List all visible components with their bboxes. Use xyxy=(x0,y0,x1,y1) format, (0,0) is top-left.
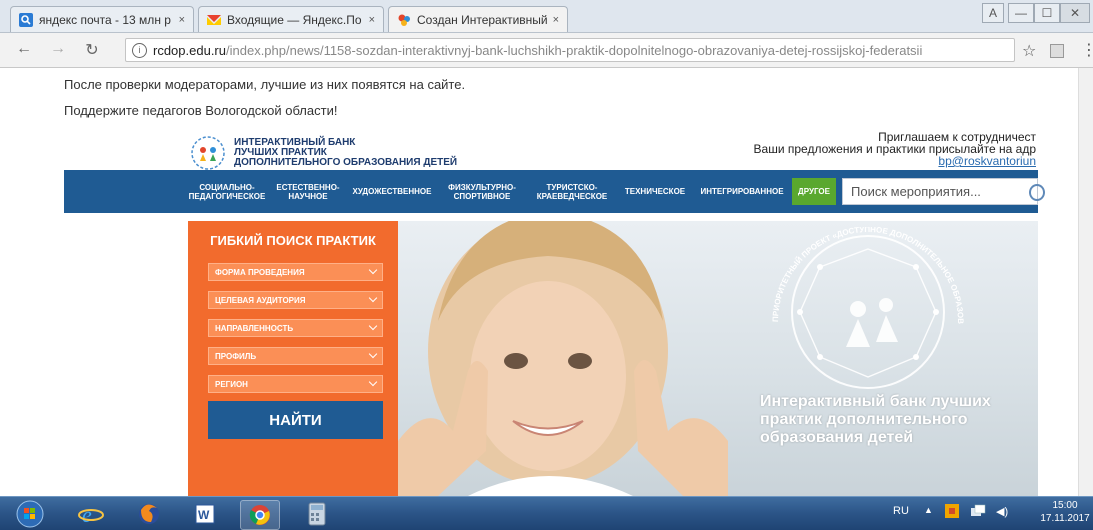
chevron-down-icon xyxy=(368,349,378,359)
nav-item-social[interactable]: СОЦИАЛЬНО- ПЕДАГОГИЧЕСКОЕ xyxy=(188,178,266,205)
select-audience[interactable]: ЦЕЛЕВАЯ АУДИТОРИЯ xyxy=(208,291,383,309)
chevron-down-icon xyxy=(368,377,378,387)
nav-item-sport[interactable]: ФИЗКУЛЬТУРНО- СПОРТИВНОЕ xyxy=(442,178,522,205)
forward-arrow-icon[interactable]: → xyxy=(48,40,68,58)
nav-item-tourism[interactable]: ТУРИСТСКО- КРАЕВЕДЧЕСКОЕ xyxy=(532,178,612,205)
browser-toolbar: ← → ↻ i rcdop.edu.ru/index.php/news/1158… xyxy=(0,33,1093,68)
address-bar[interactable]: i rcdop.edu.ru/index.php/news/1158-sozda… xyxy=(125,38,1015,62)
url-path: /index.php/news/1158-sozdan-interaktivny… xyxy=(226,42,923,58)
network-icon[interactable] xyxy=(970,504,986,521)
reload-icon[interactable]: ↻ xyxy=(82,40,102,60)
bookmark-star-icon[interactable]: ☆ xyxy=(1022,41,1036,61)
chevron-down-icon xyxy=(368,293,378,303)
volume-icon[interactable]: ◀) xyxy=(996,505,1008,518)
girl-thumbs-up-image xyxy=(398,221,728,496)
search-placeholder: Поиск мероприятия... xyxy=(851,184,981,199)
filter-title: ГИБКИЙ ПОИСК ПРАКТИК xyxy=(210,233,376,248)
tab-yandex-search[interactable]: яндекс почта - 13 млн р × xyxy=(10,6,194,32)
bank-logo-text: ИНТЕРАКТИВНЫЙ БАНК ЛУЧШИХ ПРАКТИК ДОПОЛН… xyxy=(234,138,457,168)
nav-item-science[interactable]: ЕСТЕСТВЕННО- НАУЧНОЕ xyxy=(276,178,340,205)
select-direction[interactable]: НАПРАВЛЕННОСТЬ xyxy=(208,319,383,337)
category-nav: СОЦИАЛЬНО- ПЕДАГОГИЧЕСКОЕ ЕСТЕСТВЕННО- Н… xyxy=(64,170,1045,213)
chevron-down-icon xyxy=(368,265,378,275)
select-label: ЦЕЛЕВАЯ АУДИТОРИЯ xyxy=(215,295,306,305)
info-icon[interactable]: i xyxy=(132,42,147,58)
invite-email-link[interactable]: bp@roskvantoriun xyxy=(706,155,1036,167)
select-profile[interactable]: ПРОФИЛЬ xyxy=(208,347,383,365)
find-button[interactable]: НАЙТИ xyxy=(208,401,383,439)
browser-tab-strip: яндекс почта - 13 млн р × Входящие — Янд… xyxy=(0,0,1093,33)
web-page: После проверки модераторами, лучшие из н… xyxy=(0,68,1093,496)
invite-block: Приглашаем к сотрудничест Ваши предложен… xyxy=(706,131,1036,167)
article-text: После проверки модераторами, лучшие из н… xyxy=(64,77,466,92)
article-text: Поддержите педагогов Вологодской области… xyxy=(64,103,338,118)
tab-title: Создан Интерактивный xyxy=(417,12,547,27)
windows-taskbar: e W RU ▲ ◀) 15:00 17.11.2017 xyxy=(0,496,1093,530)
tab-yandex-mail[interactable]: Входящие — Яндекс.По × xyxy=(198,6,384,32)
tab-title: яндекс почта - 13 млн р xyxy=(39,12,171,27)
tray-expand-icon[interactable]: ▲ xyxy=(924,505,933,515)
minimize-button[interactable]: — xyxy=(1008,3,1034,23)
hero-title: Интерактивный банк лучших практик дополн… xyxy=(760,393,991,446)
calculator-icon[interactable] xyxy=(298,500,336,528)
svg-text:W: W xyxy=(198,508,210,522)
select-format[interactable]: ФОРМА ПРОВЕДЕНИЯ xyxy=(208,263,383,281)
select-region[interactable]: РЕГИОН xyxy=(208,375,383,393)
menu-icon[interactable]: ⋮ xyxy=(1081,40,1093,60)
firefox-icon[interactable] xyxy=(130,500,168,528)
url-domain: rcdop.edu.ru xyxy=(153,42,226,58)
select-label: ПРОФИЛЬ xyxy=(215,351,257,361)
taskbar-clock[interactable]: 15:00 17.11.2017 xyxy=(1040,499,1090,525)
close-icon[interactable]: × xyxy=(553,14,559,26)
tray-app-icon[interactable] xyxy=(945,504,959,521)
event-search-input[interactable]: Поиск мероприятия... xyxy=(842,178,1045,205)
close-icon[interactable]: × xyxy=(369,14,375,26)
clock-date: 17.11.2017 xyxy=(1040,513,1090,524)
search-icon xyxy=(19,12,33,27)
maximize-button[interactable]: ☐ xyxy=(1034,3,1060,23)
internet-explorer-icon[interactable]: e xyxy=(72,500,110,528)
language-indicator[interactable]: RU xyxy=(893,505,909,517)
chrome-icon[interactable] xyxy=(240,500,280,530)
select-label: НАПРАВЛЕННОСТЬ xyxy=(215,323,294,333)
extension-icon[interactable] xyxy=(1050,44,1064,58)
select-label: РЕГИОН xyxy=(215,379,248,389)
tab-active-article[interactable]: Создан Интерактивный × xyxy=(388,6,568,32)
nav-item-integrated[interactable]: ИНТЕГРИРОВАННОЕ xyxy=(698,178,786,205)
nav-item-technical[interactable]: ТЕХНИЧЕСКОЕ xyxy=(622,178,688,205)
nav-item-art[interactable]: ХУДОЖЕСТВЕННОЕ xyxy=(352,178,432,205)
svg-text:e: e xyxy=(82,502,92,526)
logo-line: ДОПОЛНИТЕЛЬНОГО ОБРАЗОВАНИЯ ДЕТЕЙ xyxy=(234,157,458,168)
close-icon[interactable]: × xyxy=(179,14,185,26)
nav-item-other[interactable]: ДРУГОЕ xyxy=(792,178,836,205)
word-icon[interactable]: W xyxy=(186,500,224,528)
chevron-down-icon xyxy=(368,321,378,331)
windows-logo-icon xyxy=(16,500,44,528)
clock-time: 15:00 xyxy=(1052,500,1078,511)
page-scrollbar[interactable] xyxy=(1078,68,1093,496)
priority-project-emblem: ПРИОРИТЕТНЫЙ ПРОЕКТ «ДОСТУПНОЕ ДОПОЛНИТЕ… xyxy=(748,227,965,389)
select-label: ФОРМА ПРОВЕДЕНИЯ xyxy=(215,267,305,277)
back-arrow-icon[interactable]: ← xyxy=(14,40,34,58)
close-window-button[interactable]: ✕ xyxy=(1060,3,1090,23)
bank-logo-icon[interactable] xyxy=(188,135,228,171)
site-icon xyxy=(397,13,411,27)
profile-button[interactable]: А xyxy=(982,3,1004,23)
tab-title: Входящие — Яндекс.По xyxy=(227,12,362,27)
mail-icon xyxy=(207,13,221,27)
search-icon[interactable] xyxy=(1029,184,1045,201)
practice-filter-panel: ГИБКИЙ ПОИСК ПРАКТИК ФОРМА ПРОВЕДЕНИЯ ЦЕ… xyxy=(188,221,398,496)
start-button[interactable] xyxy=(8,500,52,528)
